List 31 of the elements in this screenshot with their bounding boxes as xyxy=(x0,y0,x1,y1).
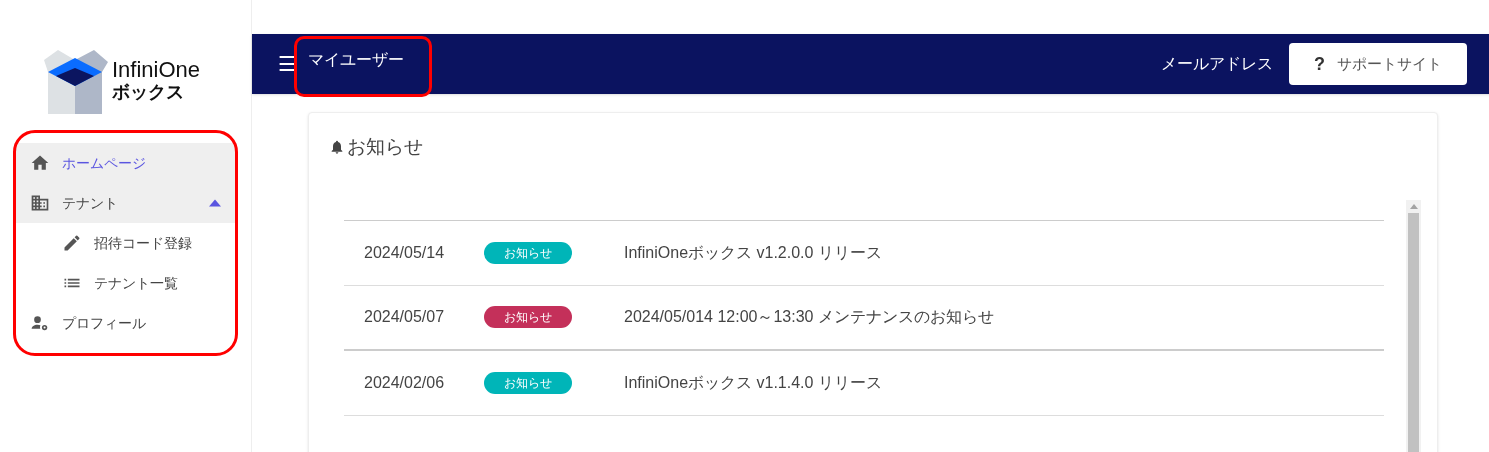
scroll-up-icon xyxy=(1409,203,1418,209)
scrollbar-thumb[interactable] xyxy=(1408,212,1419,452)
notice-tag: お知らせ xyxy=(484,371,572,394)
notice-title: InfiniOneボックス v1.1.4.0 リリース xyxy=(624,372,882,393)
notice-row[interactable]: 2024/05/07 お知らせ 2024/05/014 12:00～13:30 メンテナンスのお知らせ xyxy=(344,285,1384,351)
help-icon: ? xyxy=(1314,50,1325,78)
nav-item[interactable]: 招待コード登録 xyxy=(14,223,237,263)
home-icon xyxy=(30,153,50,173)
logo-text: InfiniOne xyxy=(112,59,201,81)
user-gear-icon xyxy=(30,313,50,333)
notice-date: 2024/05/14 xyxy=(363,242,446,263)
notice-tag: お知らせ xyxy=(484,306,572,328)
logo-text: ボックス xyxy=(112,83,185,101)
notice-row[interactable]: 2024/05/14 お知らせ InfiniOneボックス v1.2.0.0 リリース xyxy=(344,220,1384,286)
notice-date: 2024/02/06 xyxy=(363,372,446,393)
card-title: お知らせ xyxy=(347,135,423,159)
notice-row[interactable]: 2024/02/06 お知らせ InfiniOneボックス v1.1.4.0 リリース xyxy=(344,350,1384,416)
page-title: マイユーザー xyxy=(308,50,404,70)
menu-button[interactable]: ☰ xyxy=(278,54,296,74)
email-text: メールアドレス xyxy=(1161,54,1273,74)
pencil-icon xyxy=(62,233,82,253)
notice-date: 2024/05/07 xyxy=(363,307,446,327)
notice-tag: お知らせ xyxy=(484,241,572,264)
nav-item[interactable]: テナント一覧 xyxy=(14,263,237,303)
nav-item[interactable]: テナント xyxy=(14,183,237,223)
support-button[interactable]: ? サポートサイト xyxy=(1289,43,1467,85)
nav-item[interactable]: ホームページ xyxy=(14,143,237,183)
notice-title: InfiniOneボックス v1.2.0.0 リリース xyxy=(624,242,882,263)
notice-title: 2024/05/014 12:00～13:30 メンテナンスのお知らせ xyxy=(624,307,994,327)
building-icon xyxy=(30,193,50,213)
nav-item[interactable]: プロフィール xyxy=(14,303,237,343)
